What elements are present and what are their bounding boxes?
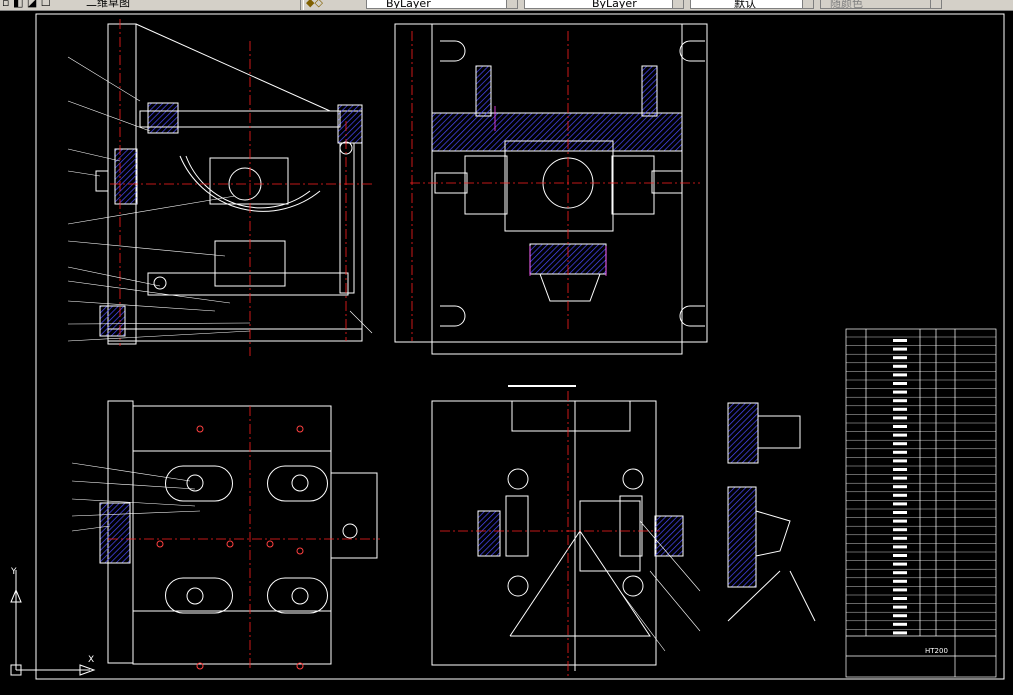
bom-row-mark (893, 390, 907, 394)
drawing-canvas[interactable]: HT200 (0, 11, 1013, 695)
bom-row-mark (893, 347, 907, 351)
color-combo-value: ByLayer (386, 0, 431, 9)
bom-row-mark (893, 425, 907, 428)
bom-row-mark (893, 519, 907, 523)
svg-text:Y: Y (10, 567, 17, 577)
plotstyle-combo: 随颜色 (820, 0, 942, 9)
top-view-centerlines (108, 406, 380, 671)
bom-row-mark (893, 614, 907, 618)
bom-row-mark (893, 562, 907, 566)
title-block-material: HT200 (925, 647, 948, 655)
top-view-holes (156, 425, 304, 670)
bom-row-mark (893, 399, 907, 403)
bom-row-mark (893, 536, 907, 540)
lineweight-combo[interactable]: 默认 (690, 0, 814, 9)
color-combo[interactable]: ByLayer (366, 0, 518, 9)
bom-row-mark (893, 579, 907, 583)
side-section-view (394, 23, 708, 355)
bom-row-mark (893, 468, 907, 471)
top-view (99, 400, 378, 665)
properties-toolbar: ▫ ◧ ◪ ☐ 二维草图 ◆◇ ByLayer ByLayer 默认 随颜色 (0, 0, 1013, 11)
chevron-down-icon[interactable] (672, 0, 683, 8)
workspace-label[interactable]: 二维草图 (86, 0, 130, 9)
toolbar-icons-left[interactable]: ▫ ◧ ◪ ☐ (2, 0, 51, 9)
bom-row-mark (893, 459, 907, 463)
detail-views (727, 402, 816, 622)
bom-row-mark (893, 339, 907, 342)
bom-row-mark (893, 631, 907, 635)
leader-lines-top (71, 462, 201, 532)
bom-row-mark (893, 407, 907, 411)
bom-row-mark (893, 605, 907, 609)
bom-row-mark (893, 528, 907, 532)
layer-tool-icon[interactable]: ◆◇ (306, 0, 323, 9)
leader-lines-front (67, 56, 373, 342)
ucs-icon: Y X (8, 562, 98, 681)
svg-text:X: X (88, 655, 94, 665)
bom-rows (846, 336, 996, 635)
bom-row-mark (893, 554, 907, 557)
toolbar-separator (300, 0, 304, 10)
bom-row-mark (893, 545, 907, 549)
bom-row-mark (893, 597, 907, 600)
bom-row-mark (893, 373, 907, 377)
bom-row-mark (893, 433, 907, 437)
linetype-combo[interactable]: ByLayer (524, 0, 684, 9)
bom-row-mark (893, 485, 907, 489)
bill-of-materials (845, 328, 997, 678)
lineweight-combo-value: 默认 (734, 0, 756, 9)
bom-row-mark (893, 356, 907, 360)
bom-row-mark (893, 442, 907, 446)
plotstyle-combo-value: 随颜色 (830, 0, 863, 9)
bom-row-mark (893, 588, 907, 592)
bom-row-mark (893, 416, 907, 420)
bom-row-mark (893, 502, 907, 506)
chevron-down-icon (930, 0, 941, 8)
bom-row-mark (893, 476, 907, 480)
bom-row-mark (893, 382, 907, 385)
chevron-down-icon[interactable] (802, 0, 813, 8)
bom-row-mark (893, 364, 907, 368)
chevron-down-icon[interactable] (506, 0, 517, 8)
bom-row-mark (893, 622, 907, 626)
bottom-view (431, 400, 684, 671)
bom-row-mark (893, 450, 907, 454)
linetype-combo-value: ByLayer (592, 0, 637, 9)
bottom-view-centerlines (440, 391, 660, 676)
bom-row-mark (893, 571, 907, 575)
bom-row-mark (893, 493, 907, 497)
front-centerlines (110, 19, 375, 356)
bom-row-mark (893, 511, 907, 514)
